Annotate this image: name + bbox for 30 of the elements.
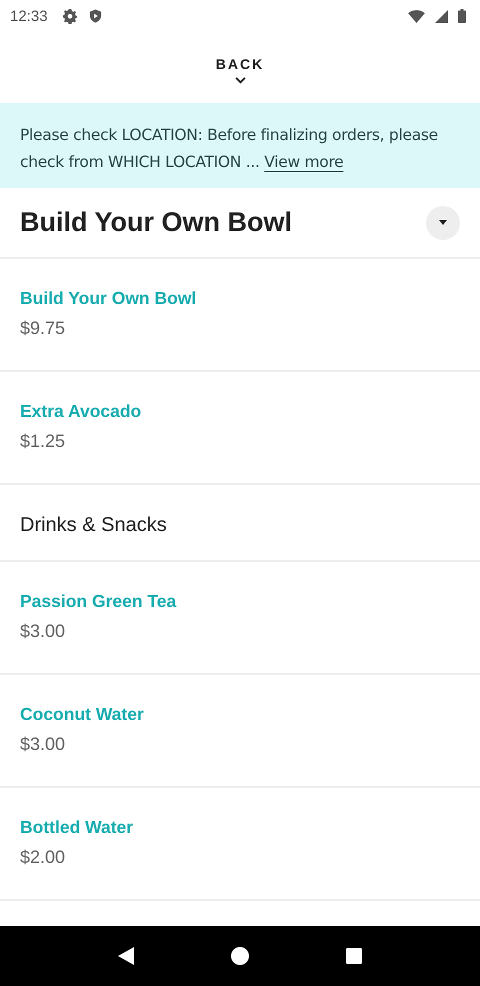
signal-icon [435,10,448,22]
chevron-down-icon [234,76,246,84]
item-name: Passion Green Tea [20,591,176,612]
shield-icon [88,8,103,24]
menu-item[interactable]: Bottled Water $2.00 [0,788,480,901]
menu-item[interactable]: Build Your Own Bowl $9.75 [0,259,480,372]
back-nav-icon[interactable] [118,947,134,965]
menu-item[interactable]: Coconut Water $3.00 [0,675,480,788]
item-name: Bottled Water [20,817,134,838]
view-more-link[interactable]: View more [264,153,344,171]
menu-item[interactable]: Passion Green Tea $3.00 [0,562,480,675]
battery-icon [458,9,466,23]
item-price: $9.75 [20,318,66,339]
recents-nav-icon[interactable] [346,948,362,964]
section-title: Build Your Own Bowl [20,207,293,238]
item-name: Build Your Own Bowl [20,288,196,309]
wifi-icon [408,10,425,22]
status-time: 12:33 [10,8,48,24]
settings-icon [62,8,78,24]
section-title: Drinks & Snacks [20,514,168,537]
notice-text: Please check LOCATION: Before finalizing orders, please check from WHICH LOCATION ... View more [20,125,439,173]
item-price: $3.00 [20,621,66,642]
item-name: Coconut Water [20,704,144,725]
item-price: $3.00 [20,734,66,755]
home-nav-icon[interactable] [230,947,249,965]
menu-item[interactable]: Extra Avocado $1.25 [0,372,480,485]
caret-icon [439,220,447,225]
item-name: Extra Avocado [20,401,142,422]
item-price: $1.25 [20,431,66,452]
item-price: $2.00 [20,847,66,868]
